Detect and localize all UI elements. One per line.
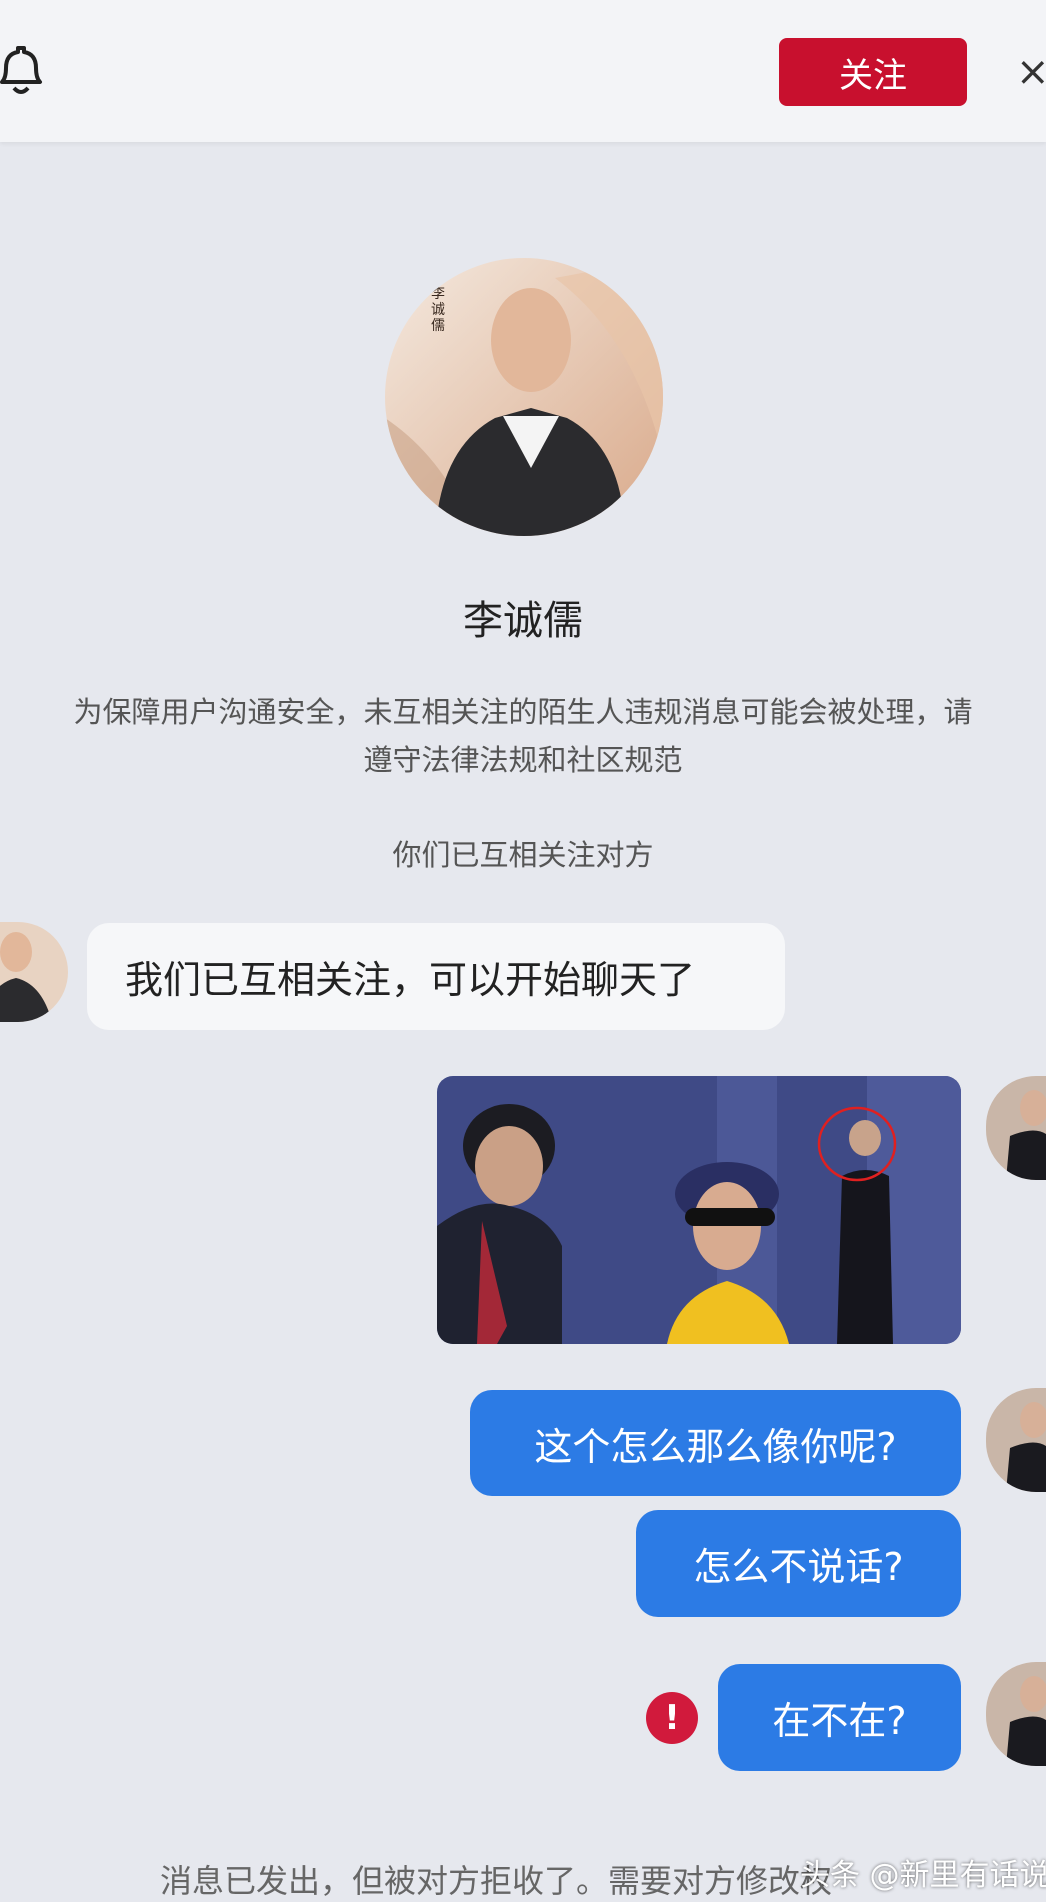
image-message[interactable]: [437, 1076, 961, 1344]
my-avatar[interactable]: [986, 1662, 1046, 1766]
my-avatar[interactable]: [986, 1388, 1046, 1492]
profile-avatar[interactable]: 李诚儒: [385, 258, 663, 536]
follow-button[interactable]: 关注: [779, 38, 967, 106]
outgoing-message[interactable]: 这个怎么那么像你呢?: [470, 1390, 961, 1496]
close-icon[interactable]: ×: [1016, 52, 1046, 92]
my-avatar[interactable]: [986, 1076, 1046, 1180]
outgoing-message[interactable]: 在不在?: [718, 1664, 961, 1771]
mutual-follow-status: 你们已互相关注对方: [392, 838, 654, 872]
send-failed-icon[interactable]: !: [646, 1692, 698, 1744]
contact-avatar[interactable]: [0, 922, 68, 1022]
watermark: 头条 @新里有话说: [800, 1858, 1046, 1893]
profile-name: 李诚儒: [463, 598, 583, 644]
safety-notice: 为保障用户沟通安全，未互相关注的陌生人违规消息可能会被处理，请遵守法律法规和社区…: [73, 695, 973, 777]
outgoing-message[interactable]: 怎么不说话?: [636, 1510, 961, 1617]
bell-icon[interactable]: [0, 44, 44, 100]
avatar-seal-text: 李诚儒: [431, 286, 445, 334]
top-bar: 关注 ×: [0, 0, 1046, 142]
rejected-notice: 消息已发出，但被对方拒收了。需要对方修改权: [160, 1862, 833, 1900]
incoming-message[interactable]: 我们已互相关注，可以开始聊天了: [87, 923, 785, 1030]
